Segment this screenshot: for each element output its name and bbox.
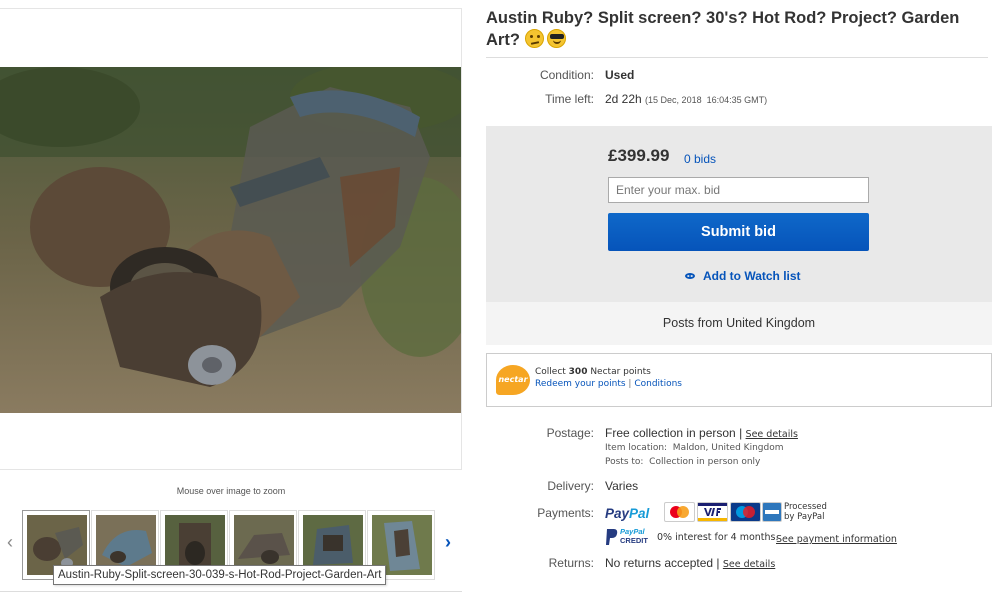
postage-value: Free collection in person | See details xyxy=(605,426,798,440)
nectar-logo-icon: nectar xyxy=(496,365,530,395)
bids-count-link[interactable]: 0 bids xyxy=(684,152,716,166)
paypal-logo-part2: Pal xyxy=(629,506,650,521)
item-location: Item location: Maldon, United Kingdom xyxy=(605,443,784,453)
time-left-end: (15 Dec, 2018 16:04:35 GMT) xyxy=(645,95,768,105)
processed-line1: Processed xyxy=(784,502,827,512)
paypal-credit-line2: CREDIT xyxy=(620,536,648,545)
listing-title: Austin Ruby? Split screen? 30's? Hot Rod… xyxy=(486,7,992,51)
delivery-label: Delivery: xyxy=(547,479,594,493)
paypal-credit-logo-icon: PayPal CREDIT xyxy=(605,528,651,546)
postage-see-details-link[interactable]: See details xyxy=(746,429,798,440)
amex-icon xyxy=(762,502,782,522)
nectar-conditions-link[interactable]: Conditions xyxy=(634,379,682,389)
time-left-label: Time left: xyxy=(545,92,594,106)
nectar-collect-prefix: Collect xyxy=(535,367,569,377)
thumbnail-prev-arrow[interactable]: ‹ xyxy=(3,530,17,554)
sunglasses-face-emoji xyxy=(546,29,566,48)
processed-by-paypal: Processed by PayPal xyxy=(784,502,827,522)
returns-separator: | xyxy=(716,556,720,570)
maestro-icon xyxy=(730,502,761,522)
condition-value: Used xyxy=(605,68,635,82)
nectar-links: Redeem your points | Conditions xyxy=(535,379,682,389)
postage-separator: | xyxy=(739,426,743,440)
payments-label: Payments: xyxy=(537,506,594,520)
processed-line2: by PayPal xyxy=(784,512,825,522)
main-image-frame[interactable] xyxy=(0,8,462,470)
mastercard-icon xyxy=(664,502,695,522)
thumbnail-next-arrow[interactable]: › xyxy=(441,530,455,554)
main-product-image[interactable] xyxy=(0,67,462,413)
posts-to: Posts to: Collection in person only xyxy=(605,457,761,467)
returns-value-text: No returns accepted xyxy=(605,556,714,570)
bottom-divider xyxy=(0,591,462,592)
image-tooltip: Austin-Ruby-Split-screen-30-039-s-Hot-Ro… xyxy=(53,565,387,585)
bid-box: £399.99 0 bids Submit bid Add to Watch l… xyxy=(486,126,992,302)
current-price: £399.99 xyxy=(608,146,670,165)
time-left: 2d 22h (15 Dec, 2018 16:04:35 GMT) xyxy=(605,92,767,106)
listing-details: Austin Ruby? Split screen? 30's? Hot Rod… xyxy=(486,0,992,599)
visa-icon xyxy=(697,502,728,522)
delivery-value: Varies xyxy=(605,479,639,493)
max-bid-input[interactable] xyxy=(608,177,869,203)
nectar-separator: | xyxy=(628,379,632,389)
nectar-points: 300 xyxy=(568,367,588,377)
condition-label: Condition: xyxy=(539,68,594,82)
zoom-hint: Mouse over image to zoom xyxy=(176,486,286,496)
nectar-collect-suffix: Nectar points xyxy=(587,367,651,377)
add-to-watch-list-link[interactable]: Add to Watch list xyxy=(703,269,801,283)
posts-from: Posts from United Kingdom xyxy=(486,302,992,345)
postage-value-text: Free collection in person xyxy=(605,426,736,440)
nectar-collect-text: Collect 300 Nectar points xyxy=(535,367,651,377)
eye-icon xyxy=(685,273,695,279)
nectar-promo: nectar Collect 300 Nectar points Redeem … xyxy=(486,353,992,407)
returns-value: No returns accepted | See details xyxy=(605,556,775,570)
credit-interest-text: 0% interest for 4 months. xyxy=(657,532,779,543)
confused-face-emoji xyxy=(524,29,544,48)
paypal-logo-part1: Pay xyxy=(605,506,630,521)
time-left-value: 2d 22h xyxy=(605,92,642,106)
paypal-credit-line1: PayPal xyxy=(620,527,645,536)
returns-see-details-link[interactable]: See details xyxy=(723,559,775,570)
title-divider xyxy=(486,57,988,58)
submit-bid-button[interactable]: Submit bid xyxy=(608,213,869,251)
redeem-points-link[interactable]: Redeem your points xyxy=(535,379,626,389)
paypal-logo-icon: PayPal xyxy=(605,506,649,521)
returns-label: Returns: xyxy=(548,556,594,570)
postage-label: Postage: xyxy=(546,426,594,440)
see-payment-information-link[interactable]: See payment information xyxy=(776,534,897,545)
